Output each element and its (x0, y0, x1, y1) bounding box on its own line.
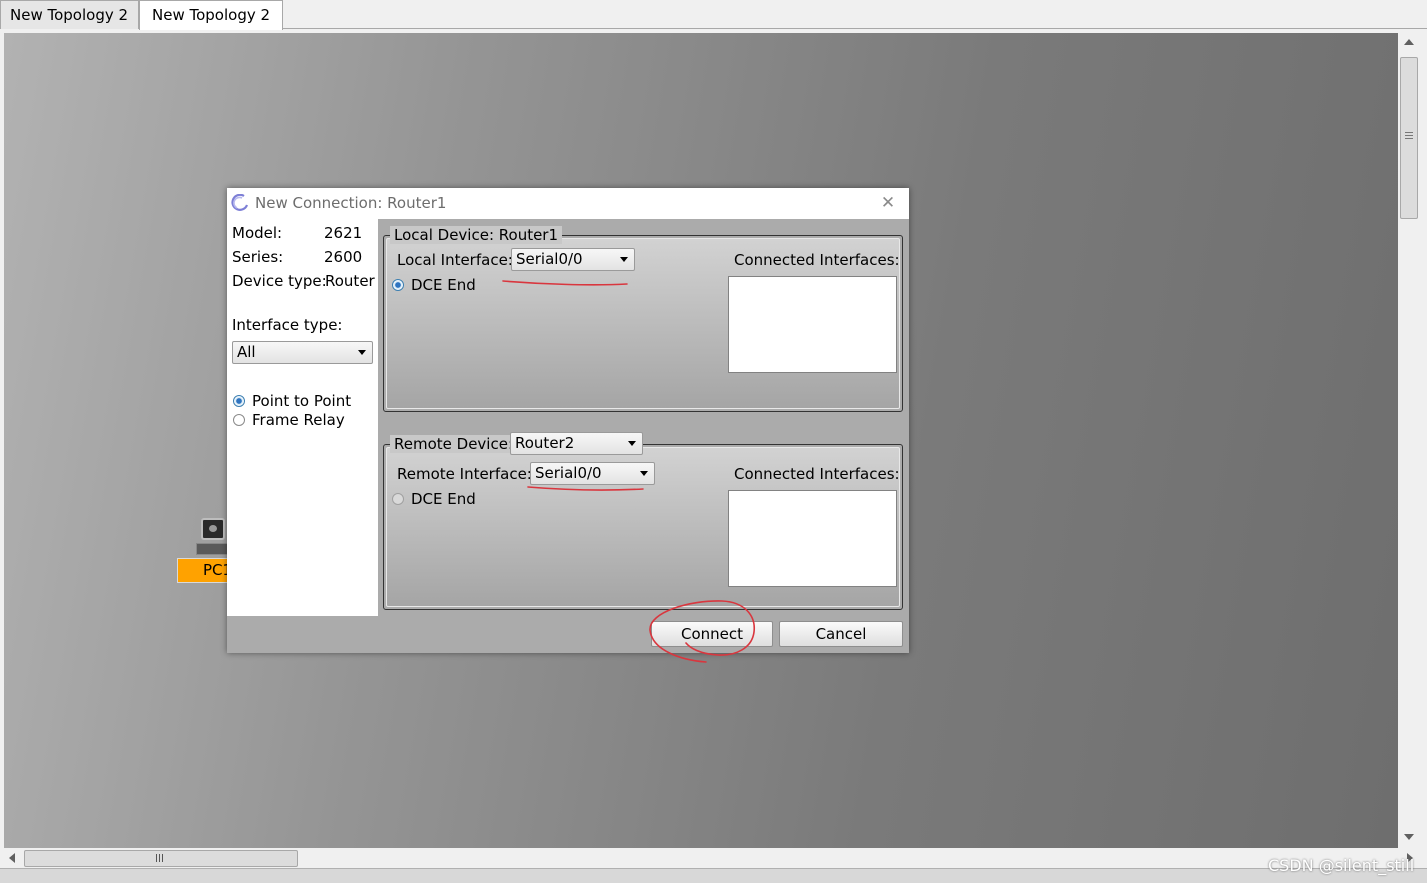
close-icon[interactable]: ✕ (876, 192, 900, 214)
connect-button[interactable]: Connect (651, 621, 773, 647)
device-type-label: Device type: (232, 272, 327, 290)
chevron-down-icon (628, 441, 636, 446)
interface-type-select[interactable]: All (232, 341, 373, 364)
cancel-button[interactable]: Cancel (779, 621, 903, 647)
frame-relay-radio[interactable] (233, 414, 245, 426)
device-type-value: Router (325, 272, 375, 290)
chevron-down-icon (620, 257, 628, 262)
remote-device-select[interactable]: Router2 (510, 432, 643, 455)
remote-device-label: Remote Device: (390, 435, 517, 453)
scroll-down-icon[interactable] (1404, 834, 1414, 840)
remote-dce-end-radio[interactable] (392, 493, 404, 505)
chevron-down-icon (640, 471, 648, 476)
remote-dce-end-label[interactable]: DCE End (411, 489, 476, 509)
horizontal-scroll-thumb[interactable] (24, 850, 298, 867)
series-value: 2600 (324, 248, 363, 266)
status-strip (0, 868, 1427, 883)
point-to-point-radio[interactable] (233, 395, 245, 407)
local-interface-label: Local Interface: (397, 251, 513, 269)
local-interface-select[interactable]: Serial0/0 (511, 248, 635, 271)
interface-type-label: Interface type: (232, 316, 343, 334)
device-info-panel: Model: 2621 Series: 2600 Device type: Ro… (227, 219, 378, 616)
local-dce-end-radio[interactable] (392, 279, 404, 291)
point-to-point-label[interactable]: Point to Point (252, 391, 351, 411)
remote-connected-interfaces-list[interactable] (728, 490, 897, 587)
chevron-down-icon (358, 350, 366, 355)
remote-connected-interfaces-label: Connected Interfaces: (734, 465, 900, 483)
app-logo-icon (231, 194, 249, 211)
model-value: 2621 (324, 224, 363, 242)
watermark: CSDN @silent_still (1268, 856, 1415, 875)
new-connection-dialog: New Connection: Router1 ✕ Model: 2621 Se… (227, 188, 909, 653)
series-label: Series: (232, 248, 284, 266)
model-label: Model: (232, 224, 283, 242)
tab-new-topology-2-active[interactable]: New Topology 2 (139, 0, 283, 30)
vertical-scroll-thumb[interactable] (1400, 57, 1418, 219)
frame-relay-label[interactable]: Frame Relay (252, 410, 345, 430)
dialog-title: New Connection: Router1 (255, 194, 447, 212)
pc-device-icon[interactable] (195, 518, 231, 558)
vertical-scrollbar[interactable] (1398, 33, 1421, 848)
scroll-up-icon[interactable] (1404, 39, 1414, 45)
local-device-legend: Local Device: Router1 (390, 226, 563, 244)
remote-interface-select[interactable]: Serial0/0 (530, 462, 655, 485)
dialog-titlebar[interactable]: New Connection: Router1 ✕ (227, 188, 909, 219)
tab-new-topology-2-first[interactable]: New Topology 2 (0, 0, 139, 29)
horizontal-scrollbar[interactable] (4, 848, 1421, 868)
local-connected-interfaces-list[interactable] (728, 276, 897, 373)
local-dce-end-label[interactable]: DCE End (411, 275, 476, 295)
tab-bar: New Topology 2 New Topology 2 (0, 0, 1427, 30)
local-connected-interfaces-label: Connected Interfaces: (734, 251, 900, 269)
remote-interface-label: Remote Interface: (397, 465, 532, 483)
scroll-left-icon[interactable] (9, 853, 15, 863)
